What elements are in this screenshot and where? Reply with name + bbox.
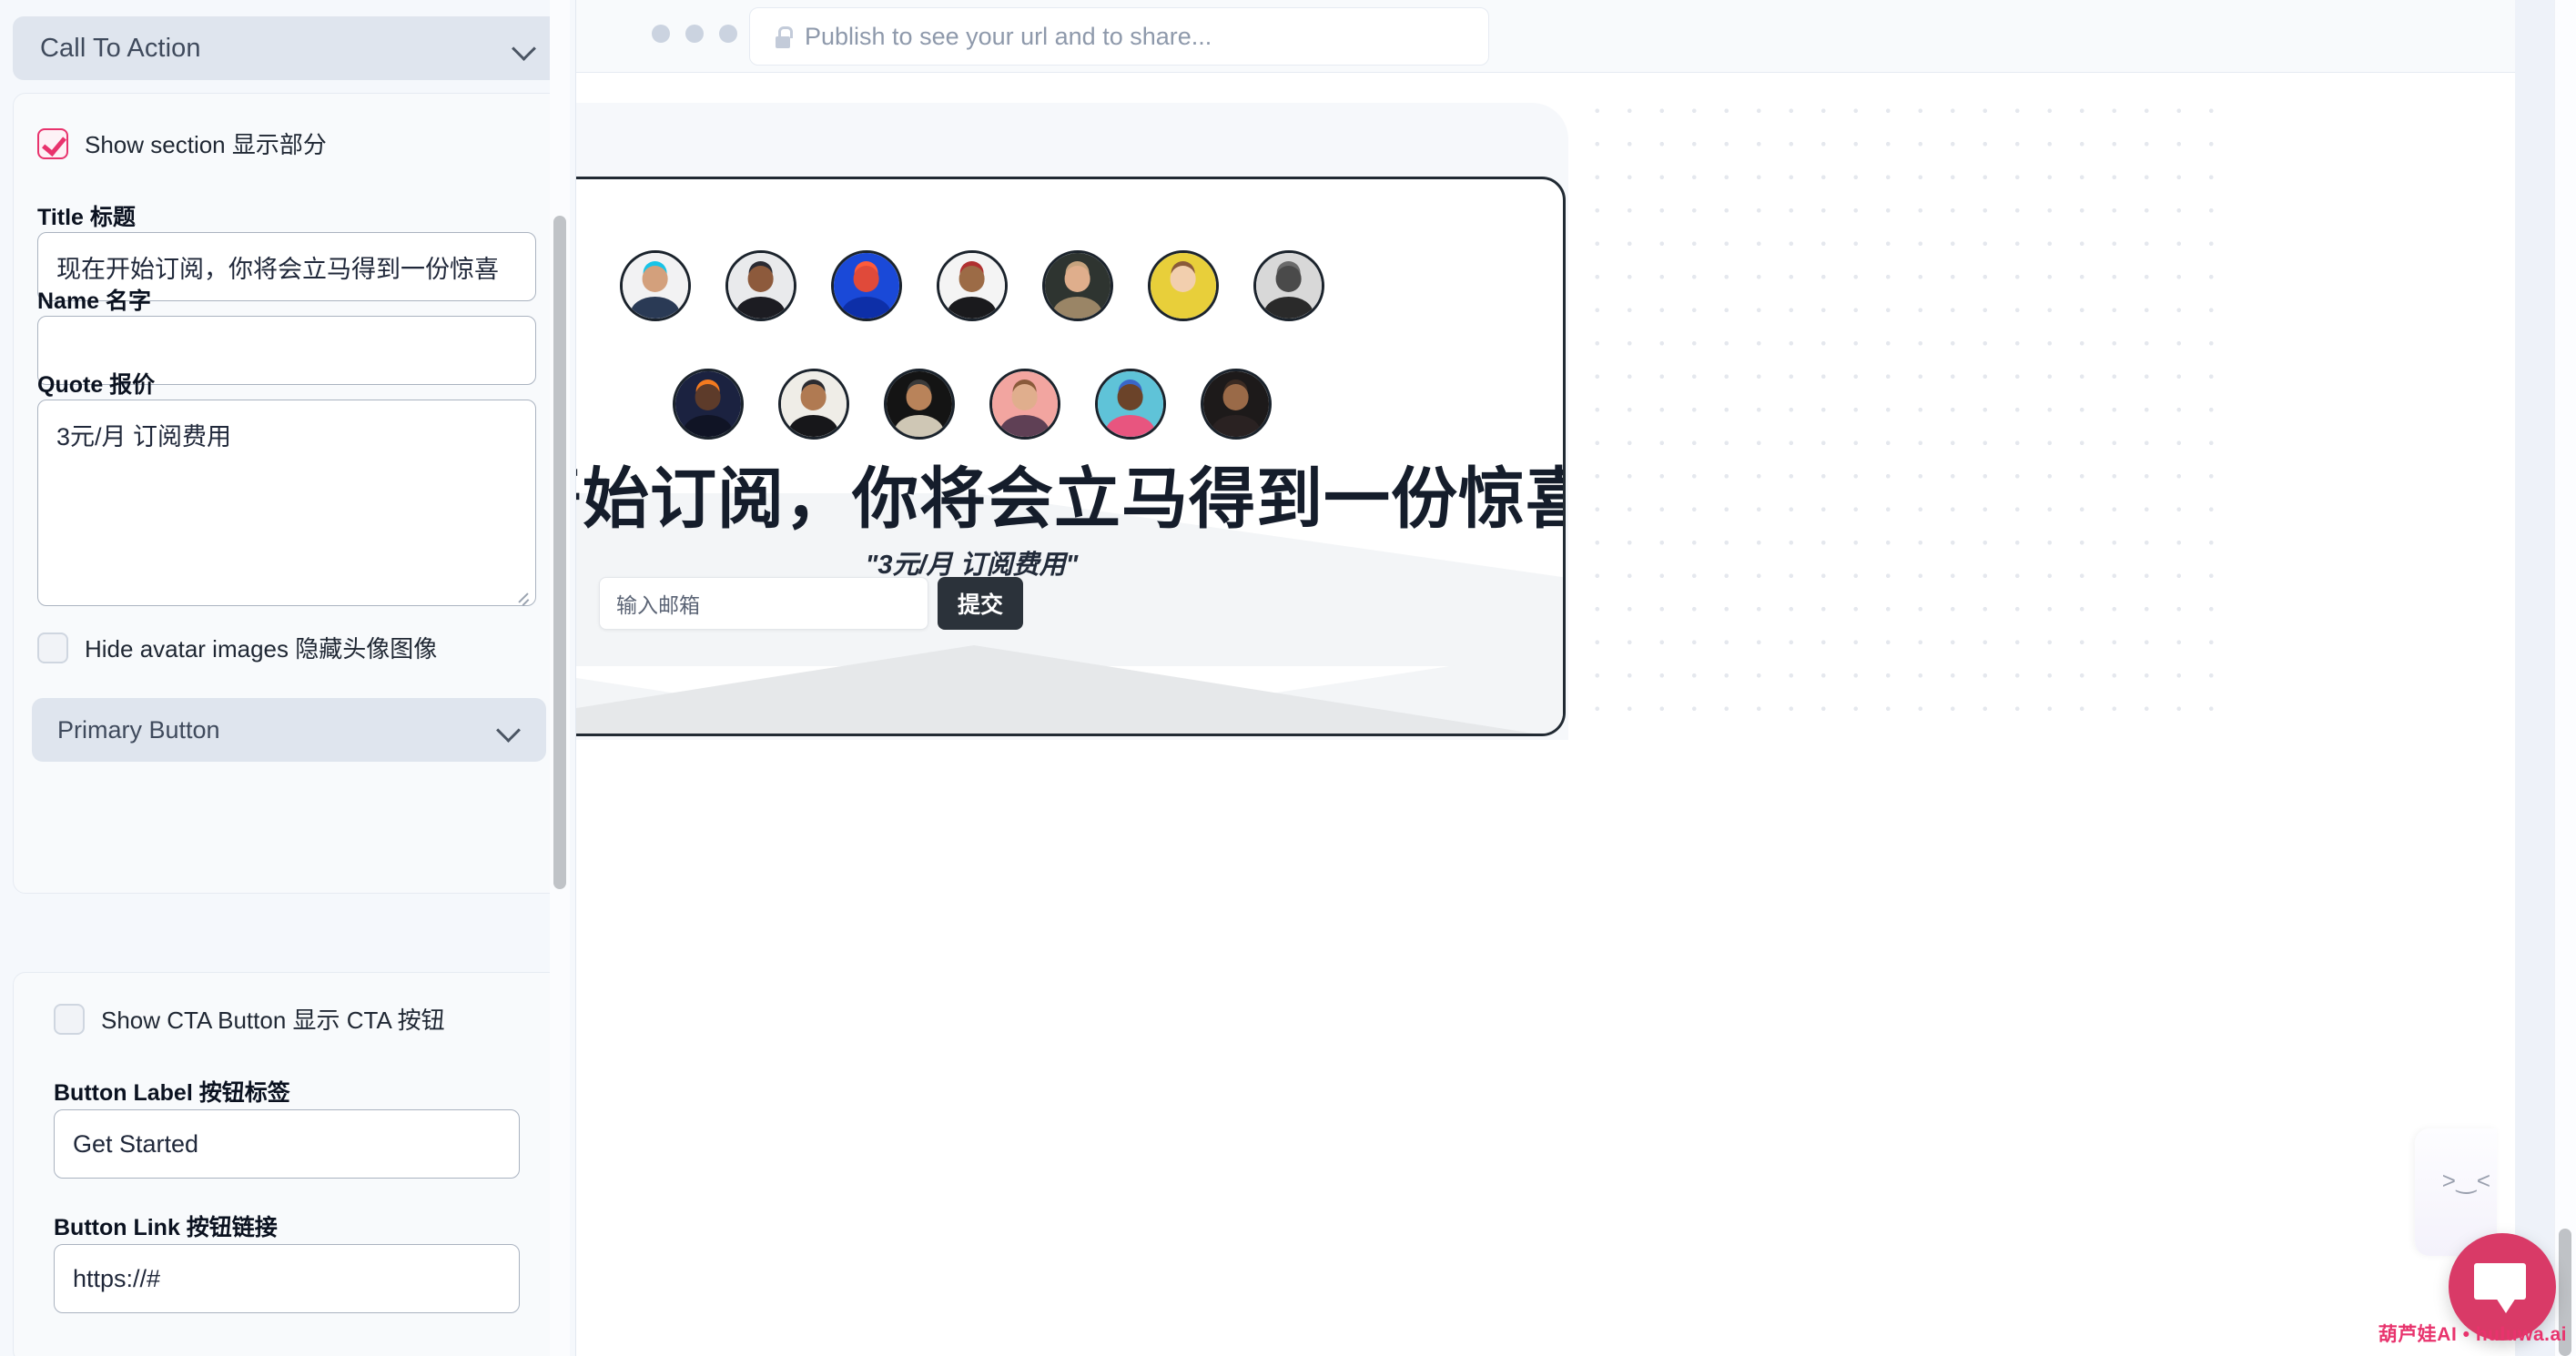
chevron-down-icon[interactable] bbox=[512, 36, 536, 60]
email-input-placeholder: 输入邮箱 bbox=[616, 593, 700, 617]
avatar-head bbox=[1170, 266, 1196, 293]
traffic-dot-close-icon bbox=[652, 25, 670, 43]
button-label-field-label: Button Label 按钮标签 bbox=[54, 1080, 290, 1106]
primary-button-subsection[interactable]: Primary Button bbox=[32, 698, 546, 762]
show-cta-button-row[interactable]: Show CTA Button 显示 CTA 按钮 bbox=[54, 1002, 445, 1036]
avatar-head bbox=[1064, 266, 1090, 293]
cta-settings-panel: Show section 显示部分 Title 标题 现在开始订阅，你将会立马得… bbox=[13, 93, 563, 894]
avatar-row-bottom bbox=[576, 369, 1563, 440]
avatar-head bbox=[642, 266, 668, 293]
hide-avatars-row[interactable]: Hide avatar images 隐藏头像图像 bbox=[37, 631, 437, 664]
avatar-graffiti-man bbox=[1094, 369, 1166, 440]
preview-area: Publish to see your url and to share... … bbox=[576, 0, 2576, 1356]
avatar-head bbox=[906, 384, 932, 411]
hide-avatars-label: Hide avatar images 隐藏头像图像 bbox=[85, 635, 438, 663]
avatar-beard-glasses bbox=[777, 369, 849, 440]
avatar-head bbox=[853, 266, 879, 293]
url-placeholder-text: Publish to see your url and to share... bbox=[805, 22, 1212, 50]
sidebar-scrollbar-thumb[interactable] bbox=[553, 216, 566, 889]
show-cta-button-label: Show CTA Button 显示 CTA 按钮 bbox=[101, 1007, 445, 1034]
button-link-field-label-wrap: Button Link 按钮链接 bbox=[54, 1209, 278, 1242]
avatar-young-man-tee bbox=[936, 250, 1008, 321]
traffic-dot-minimize-icon bbox=[685, 25, 704, 43]
decorative-dot-grid bbox=[1568, 103, 2233, 740]
title-field-label-wrap: Title 标题 bbox=[37, 199, 136, 232]
app-root: Call To Action Show section 显示部分 Title 标… bbox=[0, 0, 2576, 1356]
lock-icon bbox=[774, 25, 793, 48]
avatar-head bbox=[1222, 384, 1249, 411]
primary-button-subsection-label: Primary Button bbox=[57, 715, 220, 744]
cta-button-panel: Show CTA Button 显示 CTA 按钮 Button Label 按… bbox=[13, 972, 563, 1356]
resize-handle-icon[interactable] bbox=[514, 585, 531, 602]
widget-face-icon: >‿< bbox=[2441, 1167, 2491, 1194]
preview-stage: 现在开始订阅，你将会立马得到一份惊喜. "3元/月 订阅费用" 输入邮箱 提交 … bbox=[576, 74, 2515, 1356]
avatar-glasses-woman bbox=[725, 250, 796, 321]
avatar-woman-yellow bbox=[1147, 250, 1219, 321]
avatar-night-man bbox=[883, 369, 955, 440]
button-link-field-label: Button Link 按钮链接 bbox=[54, 1215, 278, 1240]
avatar-blue-red-woman bbox=[830, 250, 902, 321]
avatar-head bbox=[1011, 384, 1038, 411]
cta-headline: 现在开始订阅，你将会立马得到一份惊喜. bbox=[576, 462, 1566, 536]
show-section-row[interactable]: Show section 显示部分 bbox=[37, 126, 327, 160]
show-cta-button-checkbox[interactable] bbox=[54, 1003, 85, 1035]
avatar-glitch-man bbox=[619, 250, 691, 321]
email-input[interactable]: 输入邮箱 bbox=[599, 577, 928, 630]
title-input-value: 现在开始订阅，你将会立马得到一份惊喜 bbox=[56, 255, 499, 283]
quote-field-label: Quote 报价 bbox=[37, 372, 156, 398]
avatar-neon-man bbox=[672, 369, 744, 440]
avatar-head bbox=[695, 384, 721, 411]
section-header-label: Call To Action bbox=[40, 33, 201, 63]
editor-sidebar: Call To Action Show section 显示部分 Title 标… bbox=[0, 0, 576, 1356]
submit-button[interactable]: 提交 bbox=[938, 577, 1024, 630]
name-field-label: Name 名字 bbox=[37, 288, 152, 314]
avatar-bw-man bbox=[1253, 250, 1324, 321]
avatar-head bbox=[958, 266, 985, 293]
button-label-input-value: Get Started bbox=[73, 1129, 199, 1158]
submit-button-label: 提交 bbox=[958, 592, 1004, 618]
title-field-label: Title 标题 bbox=[37, 205, 136, 230]
right-edge-strip bbox=[2515, 0, 2554, 1356]
preview-browser-bar: Publish to see your url and to share... bbox=[576, 0, 2515, 73]
button-label-input[interactable]: Get Started bbox=[54, 1109, 520, 1179]
cta-email-form: 输入邮箱 提交 bbox=[599, 577, 1024, 630]
chat-bubble-icon bbox=[2474, 1263, 2526, 1313]
url-bar[interactable]: Publish to see your url and to share... bbox=[749, 7, 1489, 66]
avatar-pink-bg-man bbox=[989, 369, 1060, 440]
avatar-head bbox=[800, 384, 827, 411]
traffic-light-dots bbox=[652, 25, 737, 43]
traffic-dot-maximize-icon bbox=[719, 25, 737, 43]
show-section-label: Show section 显示部分 bbox=[85, 131, 327, 158]
chevron-down-icon-secondary[interactable] bbox=[497, 718, 521, 742]
avatar-woman-dark-bg bbox=[1041, 250, 1113, 321]
avatar-head bbox=[1117, 384, 1143, 411]
watermark: 葫芦娃AI • huluwa.ai bbox=[2378, 1324, 2567, 1345]
section-header-call-to-action[interactable]: Call To Action bbox=[13, 16, 563, 80]
cta-preview-card: 现在开始订阅，你将会立马得到一份惊喜. "3元/月 订阅费用" 输入邮箱 提交 bbox=[576, 177, 1566, 736]
avatar-curly-woman bbox=[1200, 369, 1272, 440]
avatar-row-top bbox=[576, 250, 1563, 321]
quote-textarea-value: 3元/月 订阅费用 bbox=[56, 423, 232, 450]
name-field-label-wrap: Name 名字 bbox=[37, 283, 151, 316]
show-section-checkbox[interactable] bbox=[37, 127, 68, 159]
avatar-head bbox=[747, 266, 774, 293]
button-link-input[interactable]: https://# bbox=[54, 1244, 520, 1313]
button-link-input-value: https://# bbox=[73, 1264, 161, 1292]
avatar-head bbox=[1275, 266, 1302, 293]
cta-quote: "3元/月 订阅费用" bbox=[865, 551, 1079, 580]
quote-field-label-wrap: Quote 报价 bbox=[37, 367, 155, 400]
main-scrollbar-track[interactable] bbox=[2554, 0, 2576, 1356]
button-label-field-label-wrap: Button Label 按钮标签 bbox=[54, 1075, 290, 1108]
hide-avatars-checkbox[interactable] bbox=[37, 632, 68, 663]
quote-textarea[interactable]: 3元/月 订阅费用 bbox=[37, 400, 536, 606]
